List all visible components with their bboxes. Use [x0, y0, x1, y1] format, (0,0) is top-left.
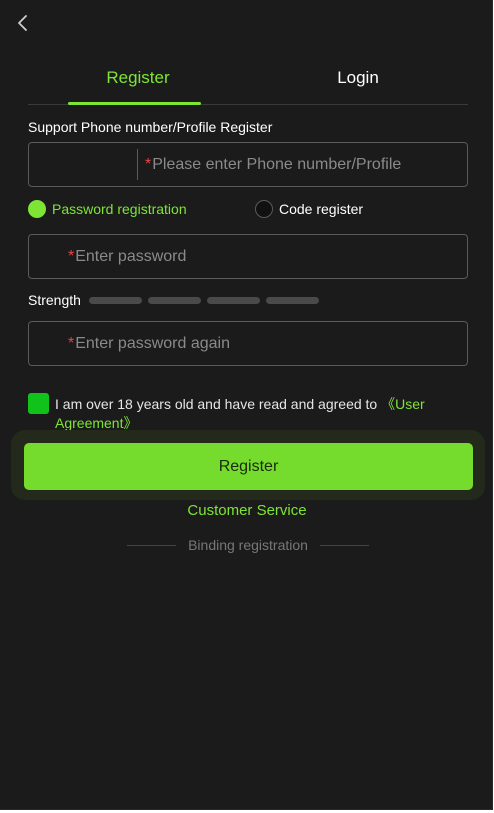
auth-tabs: Register Login — [28, 58, 468, 105]
required-mark: * — [68, 248, 75, 265]
password-again-field[interactable]: *Enter password again — [28, 321, 468, 366]
active-tab-indicator — [68, 102, 201, 105]
tab-login-label: Login — [337, 68, 379, 87]
radio-password-label: Password registration — [52, 201, 187, 217]
divider-line — [319, 544, 370, 546]
tab-login[interactable]: Login — [248, 58, 468, 104]
binding-registration-label: Binding registration — [188, 537, 308, 553]
strength-bar-segment — [89, 297, 142, 304]
register-screen: Register Login Support Phone number/Prof… — [0, 0, 493, 810]
strength-bar-segment — [207, 297, 260, 304]
agreement-statement: I am over 18 years old and have read and… — [55, 396, 382, 412]
password-field[interactable]: *Enter password — [28, 234, 468, 279]
radio-unselected-icon — [255, 200, 273, 218]
password-placeholder-text: Enter password — [75, 248, 187, 265]
radio-selected-icon — [28, 200, 46, 218]
password-again-placeholder: *Enter password again — [68, 322, 230, 365]
required-mark: * — [68, 335, 75, 352]
radio-code-label: Code register — [279, 201, 364, 217]
phone-prefix-selector[interactable] — [29, 149, 138, 180]
tab-register[interactable]: Register — [28, 58, 248, 104]
divider-line — [127, 544, 177, 546]
agreement-text: I am over 18 years old and have read and… — [55, 395, 465, 433]
support-label: Support Phone number/Profile Register — [28, 119, 273, 135]
strength-label: Strength — [28, 292, 81, 308]
binding-registration-divider: Binding registration — [127, 537, 370, 553]
chevron-left-icon — [18, 15, 27, 31]
radio-password-registration[interactable]: Password registration — [28, 200, 187, 218]
password-again-placeholder-text: Enter password again — [75, 335, 230, 352]
phone-field[interactable]: *Please enter Phone number/Profile — [28, 142, 468, 187]
radio-code-register[interactable]: Code register — [255, 200, 363, 218]
strength-bar-segment — [148, 297, 201, 304]
register-button-glow: Register — [11, 430, 485, 500]
tab-register-label: Register — [106, 68, 170, 87]
agreement-checkbox[interactable] — [28, 393, 49, 414]
strength-bar-segment — [266, 297, 319, 304]
register-mode-group: Password registration Code register — [28, 200, 468, 222]
back-button[interactable] — [12, 12, 34, 34]
customer-service-link[interactable]: Customer Service — [0, 502, 494, 519]
phone-placeholder-text: Please enter Phone number/Profile — [152, 156, 402, 173]
password-placeholder: *Enter password — [68, 235, 186, 278]
register-button[interactable]: Register — [24, 443, 473, 490]
phone-placeholder: *Please enter Phone number/Profile — [145, 143, 401, 186]
required-mark: * — [145, 156, 152, 173]
